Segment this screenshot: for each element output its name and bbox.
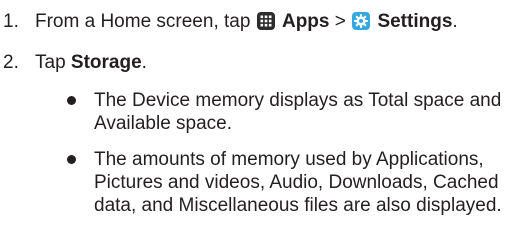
storage-label: Storage xyxy=(70,52,142,73)
step-end: . xyxy=(141,52,147,73)
step-number: 1. xyxy=(3,11,19,32)
step-intro: Tap xyxy=(35,52,66,73)
bullet-item: The Device memory displays as Total spac… xyxy=(94,90,502,134)
bullet-item: The amounts of memory used by Applicatio… xyxy=(94,149,502,216)
step-text: Tap Storage. xyxy=(35,51,147,74)
step-text: From a Home screen, tap Apps > Settings. xyxy=(35,10,458,33)
step-number: 2. xyxy=(3,52,19,73)
bullet-dot xyxy=(67,155,76,164)
settings-gear-icon xyxy=(352,12,371,30)
apps-label: Apps xyxy=(281,11,330,32)
menu-separator: > xyxy=(334,11,346,32)
settings-label: Settings xyxy=(377,11,453,32)
apps-grid-icon xyxy=(256,12,275,30)
bullet-dot xyxy=(67,96,76,105)
step-end: . xyxy=(452,11,458,32)
step-intro: From a Home screen, tap xyxy=(35,11,251,32)
